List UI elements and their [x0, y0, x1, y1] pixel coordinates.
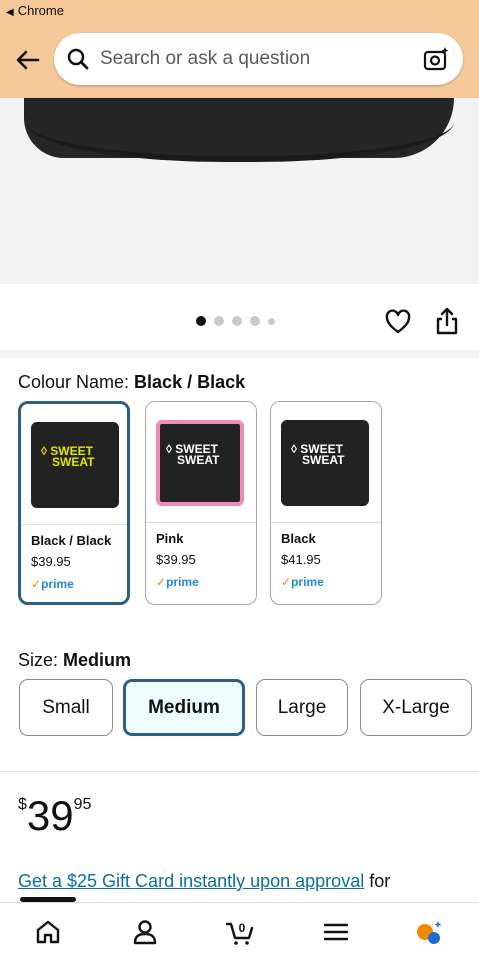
- carousel-dot[interactable]: [196, 316, 206, 326]
- svg-text:0: 0: [239, 921, 246, 935]
- colour-label-prefix: Colour Name:: [18, 372, 135, 392]
- menu-icon[interactable]: [321, 917, 351, 947]
- logo-drop-icon: ◊: [291, 442, 297, 456]
- product-image[interactable]: [0, 98, 479, 284]
- price-whole: 39: [26, 792, 74, 839]
- tab-active-indicator: [20, 897, 76, 902]
- bottom-tab-bar: 0: [0, 897, 479, 960]
- price-divider: [0, 771, 479, 772]
- size-label-prefix: Size:: [18, 650, 64, 670]
- section-divider: [0, 350, 479, 358]
- logo-text-2: SWEAT: [177, 453, 220, 467]
- size-option-x-large[interactable]: X-Large: [360, 679, 472, 736]
- swatch-price: $39.95: [31, 554, 71, 569]
- search-bar[interactable]: [54, 33, 463, 85]
- account-icon[interactable]: [130, 917, 160, 947]
- cart-icon[interactable]: 0: [225, 917, 255, 947]
- swatch-thumbnail: ◊ SWEET SWEAT: [271, 402, 381, 523]
- carousel-dot[interactable]: [250, 316, 260, 326]
- swatch-name: Black / Black: [31, 533, 112, 548]
- swatch-price: $41.95: [281, 552, 321, 567]
- size-label: Size: Medium: [18, 650, 131, 671]
- status-back-to-app[interactable]: ◀ Chrome: [6, 3, 64, 18]
- swatch-name: Pink: [156, 531, 184, 546]
- colour-option-pink[interactable]: ◊ SWEET SWEAT Pink $39.95 ✓prime: [145, 401, 257, 605]
- price-currency: $: [18, 796, 27, 813]
- price-fraction: 95: [73, 796, 92, 813]
- logo-text-2: SWEAT: [52, 455, 95, 469]
- back-triangle-icon: ◀: [6, 7, 14, 18]
- carousel-dots: [196, 316, 275, 326]
- logo-drop-icon: ◊: [41, 444, 47, 458]
- size-selected-value: Medium: [63, 650, 132, 670]
- prime-check-icon: ✓: [156, 575, 167, 589]
- prime-check-icon: ✓: [281, 575, 292, 589]
- logo-text-2: SWEAT: [302, 453, 345, 467]
- colour-selected-value: Black / Black: [134, 372, 246, 392]
- gift-card-link[interactable]: Get a $25 Gift Card instantly upon appro…: [18, 871, 364, 891]
- gift-card-promo: Get a $25 Gift Card instantly upon appro…: [18, 871, 390, 892]
- share-icon[interactable]: [434, 306, 460, 336]
- colour-option-black[interactable]: ◊ SWEET SWEAT Black $41.95 ✓prime: [270, 401, 382, 605]
- promo-trailing-text: for: [364, 871, 391, 891]
- home-icon[interactable]: [33, 917, 63, 947]
- back-arrow-icon[interactable]: [14, 46, 42, 74]
- prime-check-icon: ✓: [31, 577, 42, 591]
- camera-search-icon[interactable]: [422, 45, 450, 73]
- prime-badge: ✓prime: [31, 577, 74, 591]
- back-app-label: Chrome: [17, 3, 64, 18]
- swatch-thumbnail: ◊ SWEET SWEAT: [146, 402, 256, 523]
- prime-badge: ✓prime: [156, 575, 199, 589]
- top-bar: ◀ Chrome: [0, 0, 479, 98]
- carousel-dot[interactable]: [214, 316, 224, 326]
- carousel-dot[interactable]: [268, 317, 275, 325]
- carousel-dot[interactable]: [232, 316, 242, 326]
- swatch-name: Black: [281, 531, 316, 546]
- size-option-medium[interactable]: Medium: [123, 679, 245, 736]
- size-option-small[interactable]: Small: [19, 679, 113, 736]
- colour-option-black-black[interactable]: ◊ SWEET SWEAT Black / Black $39.95 ✓prim…: [18, 401, 130, 605]
- size-option-large[interactable]: Large: [256, 679, 348, 736]
- product-price: $3995: [18, 792, 91, 840]
- swatch-logo: ◊ SWEET SWEAT: [291, 442, 345, 467]
- rufus-assistant-icon[interactable]: [414, 917, 444, 947]
- swatch-logo: ◊ SWEET SWEAT: [166, 442, 220, 467]
- search-input[interactable]: [100, 45, 400, 73]
- prime-badge: ✓prime: [281, 575, 324, 589]
- heart-icon[interactable]: [384, 308, 412, 336]
- swatch-logo: ◊ SWEET SWEAT: [41, 444, 95, 469]
- swatch-price: $39.95: [156, 552, 196, 567]
- logo-drop-icon: ◊: [166, 442, 172, 456]
- colour-name-label: Colour Name: Black / Black: [18, 372, 245, 393]
- swatch-thumbnail: ◊ SWEET SWEAT: [21, 404, 127, 525]
- search-icon: [67, 48, 89, 70]
